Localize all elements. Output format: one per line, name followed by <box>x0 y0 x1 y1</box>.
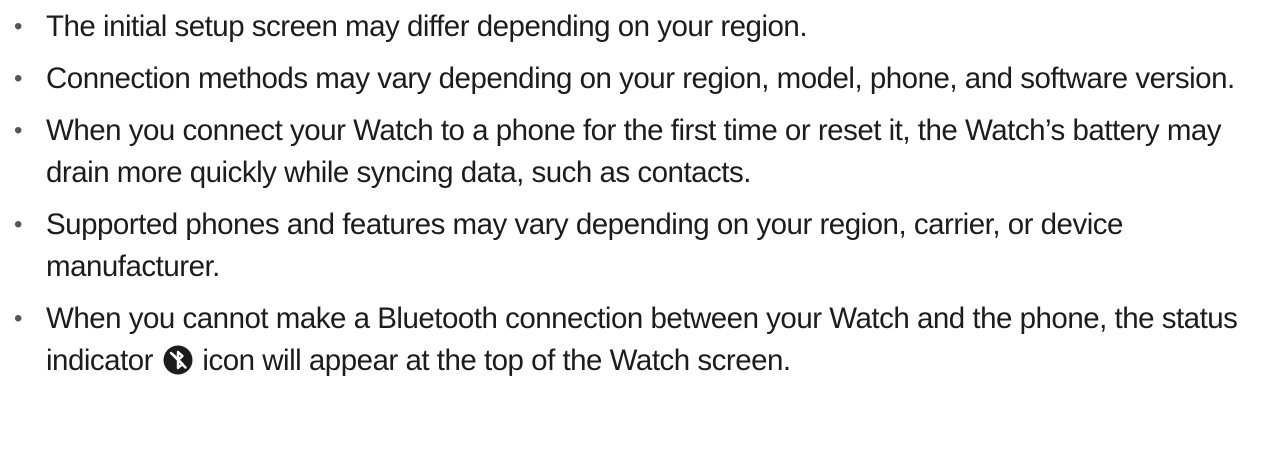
note-text-after-icon: icon will appear at the top of the Watch… <box>202 344 791 377</box>
note-text: The initial setup screen may differ depe… <box>46 10 808 43</box>
note-text: Supported phones and features may vary d… <box>46 208 1123 283</box>
bluetooth-disconnected-icon <box>163 345 193 375</box>
bullet: • <box>14 65 22 92</box>
list-item: • Supported phones and features may vary… <box>14 204 1276 288</box>
list-item: • Connection methods may vary depending … <box>14 58 1276 100</box>
note-text: Connection methods may vary depending on… <box>46 62 1235 95</box>
list-item: • When you connect your Watch to a phone… <box>14 110 1276 194</box>
note-text: When you cannot make a Bluetooth connect… <box>46 298 1276 382</box>
bullet: • <box>14 305 22 332</box>
list-item: • When you cannot make a Bluetooth conne… <box>14 298 1276 382</box>
list-item: • The initial setup screen may differ de… <box>14 6 1276 48</box>
notes-list: • The initial setup screen may differ de… <box>14 6 1276 392</box>
note-text: When you connect your Watch to a phone f… <box>46 114 1222 189</box>
bullet: • <box>14 117 22 144</box>
bullet: • <box>14 13 22 40</box>
bullet: • <box>14 211 22 238</box>
